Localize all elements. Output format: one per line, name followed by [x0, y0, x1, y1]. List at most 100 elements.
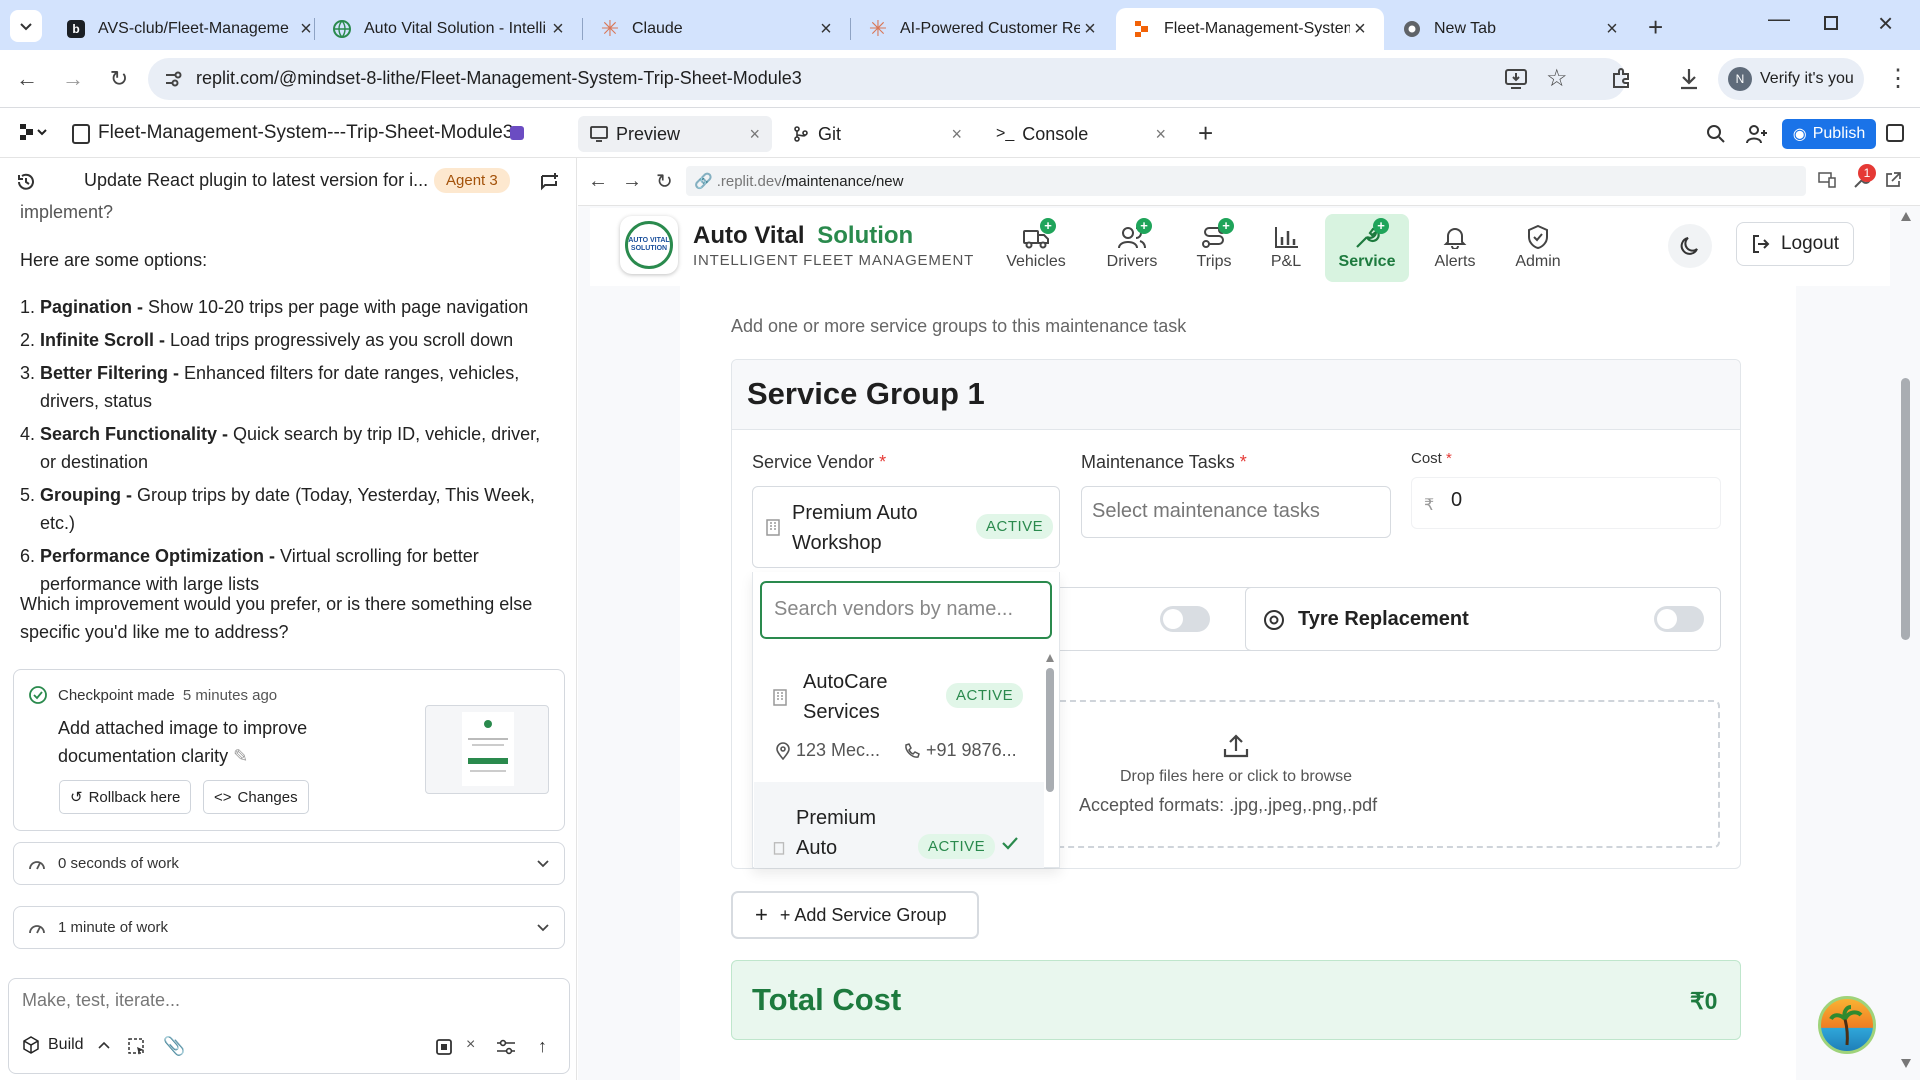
extensions-icon[interactable] [1610, 68, 1632, 90]
palm-tree-icon [1829, 1005, 1863, 1046]
chevron-down-icon [536, 859, 550, 869]
close-window-icon[interactable]: × [1878, 8, 1893, 39]
close-tab-icon[interactable]: × [1602, 18, 1622, 41]
upload-formats: Accepted formats: .jpg,.jpeg,.png,.pdf [1079, 795, 1378, 815]
attach-icon[interactable]: 📎 [163, 1036, 185, 1057]
select-element-icon[interactable] [128, 1038, 146, 1056]
browser-tab-github[interactable]: b AVS-club/Fleet-Manageme × [50, 8, 330, 50]
brand-tagline: INTELLIGENT FLEET MANAGEMENT [693, 252, 975, 269]
site-settings-icon[interactable] [164, 70, 182, 88]
devices-icon[interactable] [1818, 172, 1836, 188]
preview-forward-icon[interactable]: → [622, 170, 642, 193]
tab-search-button[interactable] [10, 10, 42, 42]
close-tab-icon[interactable]: × [951, 124, 962, 145]
minimize-window-icon[interactable]: — [1768, 6, 1790, 32]
toggle-panel-icon[interactable] [1886, 124, 1904, 142]
install-app-icon[interactable] [1504, 68, 1528, 90]
preview-url-field[interactable]: 🔗 .replit.dev /maintenance/new [686, 166, 1806, 196]
profile-verify-button[interactable]: N Verify it's you [1718, 58, 1864, 100]
nav-vehicles[interactable]: + Vehicles [994, 214, 1078, 282]
list-item: 2. Infinite Scroll - Load trips progress… [20, 330, 514, 350]
replit-favicon-icon [1132, 19, 1152, 39]
close-tab-icon[interactable]: × [1080, 18, 1100, 41]
downloads-icon[interactable] [1678, 67, 1700, 91]
tyre-replacement-toggle[interactable] [1654, 606, 1704, 632]
build-mode-button[interactable]: Build [22, 1036, 110, 1054]
nav-drivers[interactable]: + Drivers [1090, 214, 1174, 282]
close-tab-icon[interactable]: × [816, 18, 836, 41]
forward-arrow-icon[interactable]: → [58, 64, 88, 94]
nav-alerts[interactable]: Alerts [1413, 214, 1497, 282]
invite-user-icon[interactable] [1746, 124, 1768, 144]
preview-reload-icon[interactable]: ↻ [656, 169, 673, 194]
browser-menu-icon[interactable]: ⋮ [1886, 64, 1910, 93]
vendor-search-placeholder: Search vendors by name... [774, 598, 1014, 620]
send-arrow-icon[interactable]: ↑ [538, 1036, 547, 1057]
browser-tab-claude[interactable]: ✳ Claude × [584, 8, 850, 50]
app-logo[interactable]: AUTO VITAL SOLUTION [620, 216, 678, 274]
publish-icon: ◉ [1792, 126, 1807, 143]
assistant-avatar-button[interactable] [1818, 996, 1876, 1054]
close-tab-icon[interactable]: × [548, 18, 568, 41]
open-external-icon[interactable] [1884, 171, 1902, 189]
theme-toggle-button[interactable] [1668, 224, 1712, 268]
history-icon[interactable] [16, 172, 36, 192]
back-arrow-icon[interactable]: ← [12, 64, 42, 94]
new-chat-icon[interactable] [540, 172, 560, 192]
tab-preview[interactable]: Preview × [578, 116, 772, 152]
vendor-option-name: Premium Auto [796, 807, 877, 859]
gauge-icon [28, 921, 46, 935]
close-tab-icon[interactable]: × [1155, 124, 1166, 145]
nav-pnl[interactable]: P&L [1244, 214, 1328, 282]
nav-service[interactable]: + Service [1325, 214, 1409, 282]
add-service-group-button[interactable]: + + Add Service Group [731, 891, 979, 939]
tab-console[interactable]: >_ Console × [984, 116, 1178, 152]
chevron-up-icon [98, 1041, 110, 1049]
search-icon[interactable] [1706, 124, 1726, 144]
sliders-icon[interactable] [496, 1039, 516, 1055]
restore-window-icon[interactable] [1824, 16, 1838, 30]
add-tab-button[interactable]: + [1198, 118, 1213, 149]
rollback-icon: ↺ [70, 789, 83, 806]
work-item-row[interactable]: 0 seconds of work [13, 842, 565, 885]
browser-tab-replit[interactable]: Fleet-Management-System × [1116, 8, 1384, 50]
composer-input[interactable]: Make, test, iterate... [22, 990, 180, 1011]
total-cost-value: ₹0 [1690, 988, 1718, 1014]
browser-tab-auto-vital[interactable]: Auto Vital Solution - Intelli × [316, 8, 582, 50]
close-tab-icon[interactable]: × [1350, 18, 1370, 41]
chat-question: Which improvement would you prefer, or i… [20, 594, 533, 642]
new-tab-button[interactable]: + [1648, 12, 1663, 43]
page-scrollbar[interactable] [1898, 208, 1912, 1070]
vendor-selected-name: Premium Auto Workshop [792, 502, 918, 554]
replit-logo-icon[interactable] [20, 124, 48, 142]
agent-settings-icon[interactable] [434, 1037, 454, 1057]
reload-icon[interactable]: ↻ [104, 64, 134, 94]
claude-favicon-icon: ✳ [868, 16, 888, 41]
preview-back-icon[interactable]: ← [588, 170, 608, 193]
checkpoint-thumbnail[interactable] [425, 705, 549, 794]
browser-tab-new-tab[interactable]: New Tab × [1386, 8, 1636, 50]
browser-tab-ai-customer[interactable]: ✳ AI-Powered Customer Rem × [852, 8, 1114, 50]
rollback-button[interactable]: ↺ Rollback here [59, 780, 192, 814]
close-tab-icon[interactable]: × [296, 18, 316, 41]
service-type-toggle[interactable] [1160, 606, 1210, 632]
bookmark-star-icon[interactable]: ☆ [1546, 64, 1568, 93]
close-tab-icon[interactable]: × [749, 124, 760, 145]
changes-button[interactable]: <> Changes [203, 780, 309, 814]
dropdown-scrollbar[interactable] [1046, 654, 1054, 792]
plus-icon: + [755, 902, 768, 927]
logout-button[interactable]: Logout [1736, 222, 1854, 266]
tyre-icon [1263, 609, 1285, 631]
edit-pencil-icon[interactable]: ✎ [233, 746, 248, 766]
publish-button[interactable]: ◉ Publish [1782, 119, 1876, 149]
chevron-down-icon [20, 23, 32, 31]
work-item-row[interactable]: 1 minute of work [13, 906, 565, 949]
checkpoint-time: 5 minutes ago [182, 687, 278, 704]
tab-git[interactable]: Git × [780, 116, 974, 152]
total-cost-label: Total Cost [752, 982, 902, 1017]
nav-admin[interactable]: Admin [1496, 214, 1580, 282]
thread-title[interactable]: Update React plugin to latest version fo… [84, 170, 428, 191]
project-name[interactable]: Fleet-Management-System---Trip-Sheet-Mod… [98, 122, 513, 144]
close-icon[interactable]: × [466, 1036, 475, 1054]
url-text[interactable]: replit.com/@mindset-8-lithe/Fleet-Manage… [196, 68, 802, 89]
